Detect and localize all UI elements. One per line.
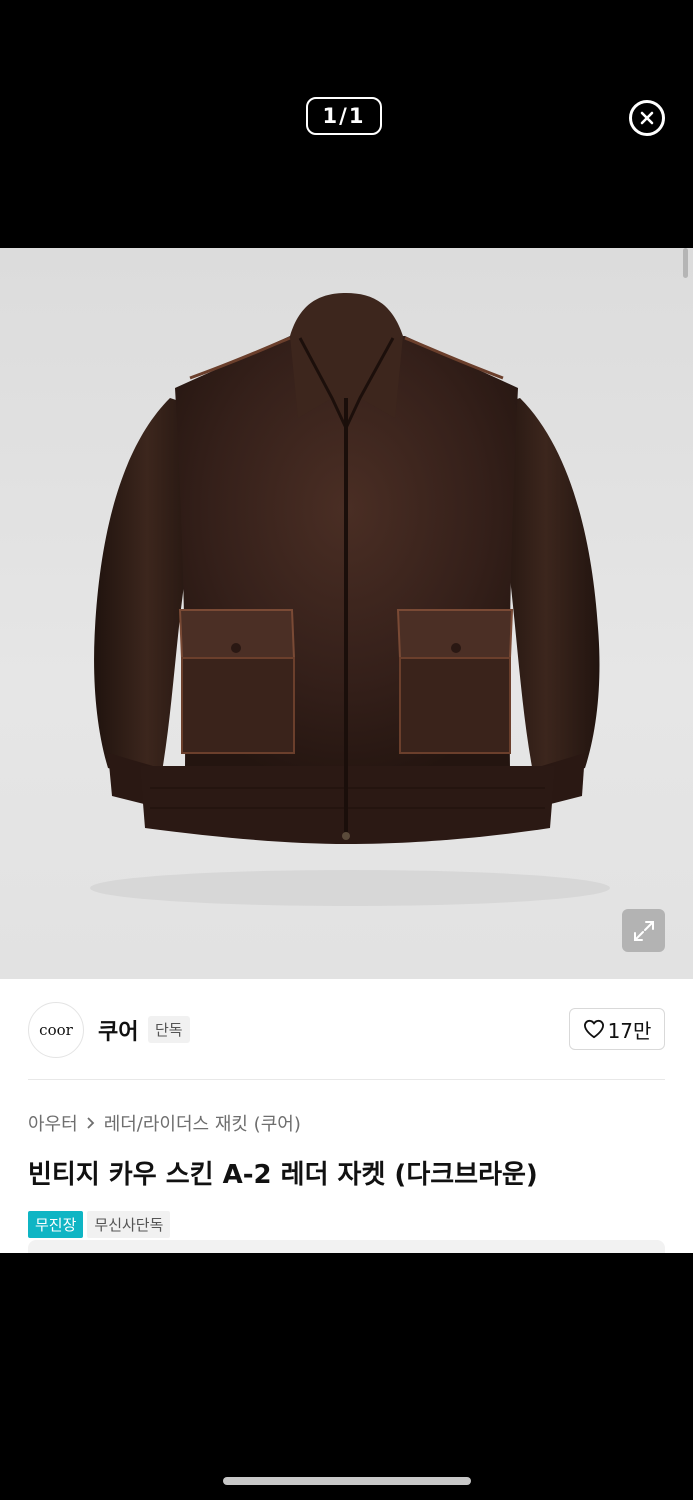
brand-name[interactable]: 쿠어 bbox=[98, 1014, 138, 1046]
image-counter: 1/1 bbox=[306, 97, 382, 135]
badge-mujinjang: 무진장 bbox=[28, 1211, 84, 1238]
leather-jacket-image bbox=[90, 293, 610, 906]
breadcrumb: 아우터 레더/라이더스 재킷 (쿠어) bbox=[28, 1110, 301, 1136]
heart-icon bbox=[583, 1019, 604, 1039]
like-button[interactable]: 17만 bbox=[569, 1008, 665, 1050]
viewer-bottom-area bbox=[0, 1253, 693, 1500]
like-count: 17만 bbox=[607, 1018, 652, 1043]
image-scrollbar[interactable] bbox=[683, 248, 688, 278]
next-section-peek bbox=[28, 1240, 665, 1253]
home-indicator[interactable] bbox=[223, 1477, 471, 1485]
breadcrumb-subcategory[interactable]: 레더/라이더스 재킷 (쿠어) bbox=[104, 1110, 301, 1136]
close-circle-icon bbox=[640, 111, 654, 125]
viewer-top-bar: 1/1 bbox=[0, 0, 693, 248]
product-photo[interactable] bbox=[0, 248, 693, 979]
product-title: 빈티지 카우 스킨 A-2 레더 자켓 (다크브라운) bbox=[28, 1160, 538, 1190]
badge-musinsa-exclusive: 무신사단독 bbox=[87, 1211, 171, 1238]
brand-logo-text: coor bbox=[39, 1021, 73, 1039]
divider bbox=[28, 1079, 665, 1080]
brand-exclusive-tag: 단독 bbox=[148, 1016, 190, 1043]
badge-row: 무진장 무신사단독 bbox=[28, 1211, 171, 1238]
chevron-right-icon bbox=[87, 1117, 94, 1129]
close-button[interactable] bbox=[629, 100, 665, 136]
expand-button[interactable] bbox=[622, 909, 665, 952]
brand-logo[interactable]: coor bbox=[28, 1002, 84, 1058]
expand-icon bbox=[633, 920, 654, 941]
breadcrumb-category[interactable]: 아우터 bbox=[28, 1110, 78, 1136]
